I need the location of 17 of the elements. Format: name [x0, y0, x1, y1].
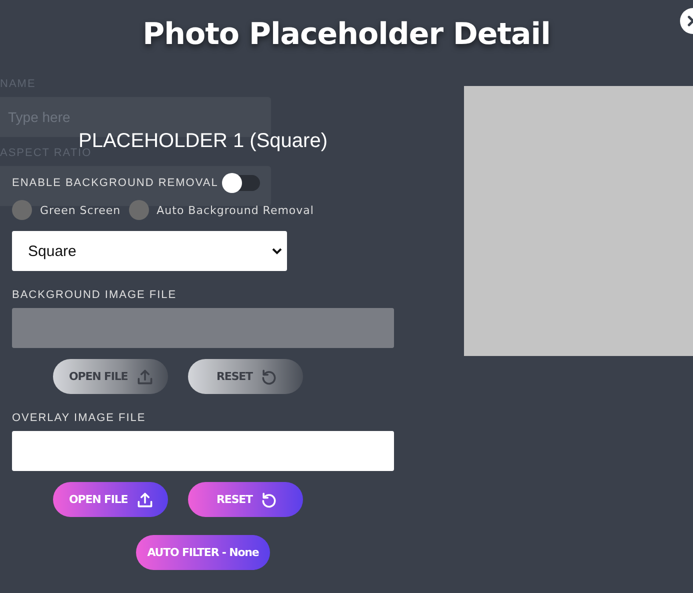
dialog-title: Photo Placeholder Detail: [142, 16, 550, 52]
toggle-label: ENABLE BACKGROUND REMOVAL: [12, 177, 218, 189]
auto-filter-button[interactable]: AUTO FILTER - None: [136, 535, 270, 570]
reset-button[interactable]: RESET: [188, 482, 303, 517]
reset-icon: [260, 368, 278, 386]
radio-option[interactable]: Auto Background Removal: [128, 200, 314, 220]
field-label: BACKGROUND IMAGE FILE: [12, 289, 178, 301]
open-file-button[interactable]: OPEN FILE: [53, 482, 168, 517]
upload-icon: [136, 368, 154, 386]
file-field[interactable]: [12, 431, 394, 471]
aspect-ratio-select[interactable]: [0, 166, 271, 206]
upload-icon: [136, 490, 154, 508]
shape-select[interactable]: Square: [12, 231, 287, 271]
field-label: OVERLAY IMAGE FILE: [12, 412, 147, 424]
radio-option[interactable]: Green Screen: [12, 200, 121, 220]
reset-icon: [260, 490, 278, 508]
toggle-switch[interactable]: [224, 175, 260, 191]
